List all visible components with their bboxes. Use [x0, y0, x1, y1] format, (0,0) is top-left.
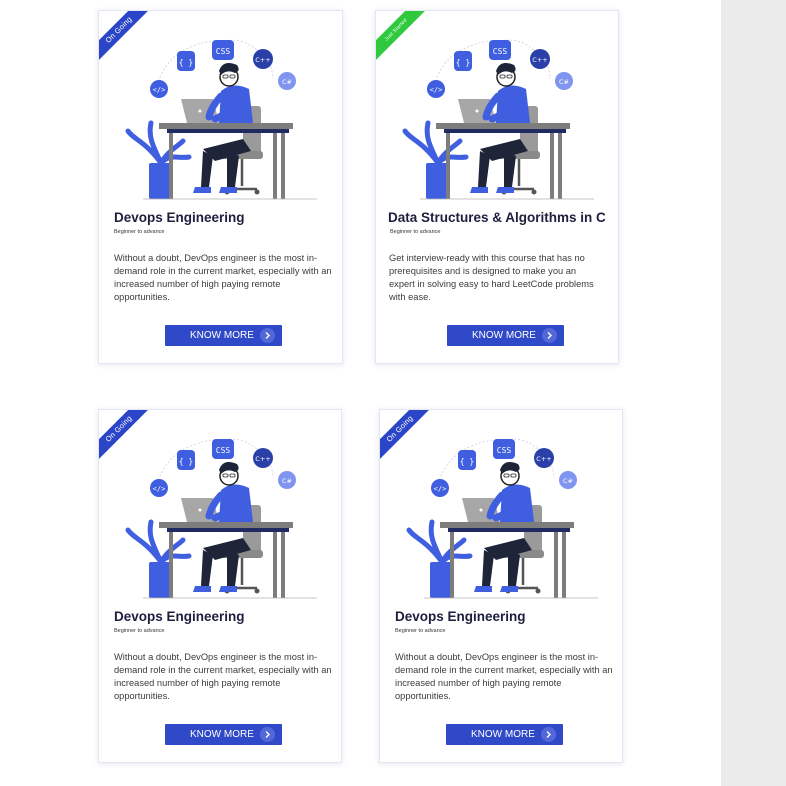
chevron-right-icon	[542, 328, 557, 343]
know-more-button[interactable]: KNOW MORE	[165, 325, 282, 346]
status-ribbon: On Going	[99, 410, 169, 480]
course-title: Data Structures & Algorithms in C	[388, 210, 606, 225]
svg-text:C#: C#	[282, 477, 292, 485]
html-tag-icon: </>	[431, 479, 449, 497]
status-ribbon: Just Started	[376, 11, 446, 81]
braces-icon: { }	[177, 450, 195, 470]
status-ribbon-label: On Going	[380, 410, 439, 468]
svg-text:CSS: CSS	[216, 47, 231, 56]
svg-text:CSS: CSS	[493, 47, 508, 56]
svg-text:</>: </>	[434, 485, 447, 493]
course-level: Beginner to advance	[390, 229, 441, 235]
chevron-right-icon	[260, 328, 275, 343]
status-ribbon-label: Just Started	[376, 11, 435, 69]
css-icon: CSS	[493, 439, 515, 459]
svg-text:C++: C++	[536, 455, 551, 463]
status-ribbon: On Going	[380, 410, 450, 480]
know-more-label: KNOW MORE	[472, 330, 536, 341]
know-more-button[interactable]: KNOW MORE	[447, 325, 564, 346]
know-more-label: KNOW MORE	[190, 330, 254, 341]
svg-text:C++: C++	[255, 56, 270, 64]
braces-icon: { }	[454, 51, 472, 71]
csharp-icon: C#	[278, 72, 296, 90]
chevron-right-icon	[260, 727, 275, 742]
course-card: On Going </> { } CSS C++ C# Devops Engin…	[379, 409, 623, 763]
course-card: On Going </> { } CSS C++ C# Devops Engin…	[98, 10, 343, 364]
course-card: On Going </> { } CSS C++ C# Devops Engin…	[98, 409, 342, 763]
braces-icon: { }	[177, 51, 195, 71]
cpp-icon: C++	[530, 49, 550, 69]
svg-text:</>: </>	[430, 86, 443, 94]
svg-text:{ }: { }	[456, 58, 470, 67]
course-card: Just Started </> { } CSS C++ C# Data Str…	[375, 10, 619, 364]
cpp-icon: C++	[253, 448, 273, 468]
svg-text:</>: </>	[153, 86, 166, 94]
svg-text:{ }: { }	[460, 457, 474, 466]
css-icon: CSS	[489, 40, 511, 60]
course-title: Devops Engineering	[114, 609, 245, 624]
csharp-icon: C#	[278, 471, 296, 489]
status-ribbon: On Going	[99, 11, 169, 81]
html-tag-icon: </>	[427, 80, 445, 98]
svg-text:C#: C#	[563, 477, 573, 485]
know-more-button[interactable]: KNOW MORE	[165, 724, 282, 745]
cpp-icon: C++	[534, 448, 554, 468]
svg-text:{ }: { }	[179, 457, 193, 466]
know-more-label: KNOW MORE	[471, 729, 535, 740]
course-title: Devops Engineering	[114, 210, 245, 225]
svg-text:CSS: CSS	[497, 446, 512, 455]
course-title: Devops Engineering	[395, 609, 526, 624]
csharp-icon: C#	[555, 72, 573, 90]
course-description: Get interview-ready with this course tha…	[389, 253, 594, 302]
status-ribbon-label: On Going	[99, 410, 158, 468]
cpp-icon: C++	[253, 49, 273, 69]
svg-text:C++: C++	[255, 455, 270, 463]
status-ribbon-label: On Going	[99, 11, 158, 69]
svg-text:C++: C++	[532, 56, 547, 64]
html-tag-icon: </>	[150, 80, 168, 98]
svg-text:{ }: { }	[179, 58, 193, 67]
css-icon: CSS	[212, 40, 234, 60]
svg-text:C#: C#	[282, 78, 292, 86]
braces-icon: { }	[458, 450, 476, 470]
course-description: Without a doubt, DevOps engineer is the …	[114, 652, 332, 701]
html-tag-icon: </>	[150, 479, 168, 497]
csharp-icon: C#	[559, 471, 577, 489]
svg-text:CSS: CSS	[216, 446, 231, 455]
right-side-panel	[721, 0, 786, 786]
know-more-button[interactable]: KNOW MORE	[446, 724, 563, 745]
course-description: Without a doubt, DevOps engineer is the …	[395, 652, 613, 701]
know-more-label: KNOW MORE	[190, 729, 254, 740]
svg-text:</>: </>	[153, 485, 166, 493]
css-icon: CSS	[212, 439, 234, 459]
course-level: Beginner to advance	[395, 628, 446, 634]
course-level: Beginner to advance	[114, 229, 165, 235]
svg-text:C#: C#	[559, 78, 569, 86]
chevron-right-icon	[541, 727, 556, 742]
course-level: Beginner to advance	[114, 628, 165, 634]
course-description: Without a doubt, DevOps engineer is the …	[114, 253, 332, 302]
